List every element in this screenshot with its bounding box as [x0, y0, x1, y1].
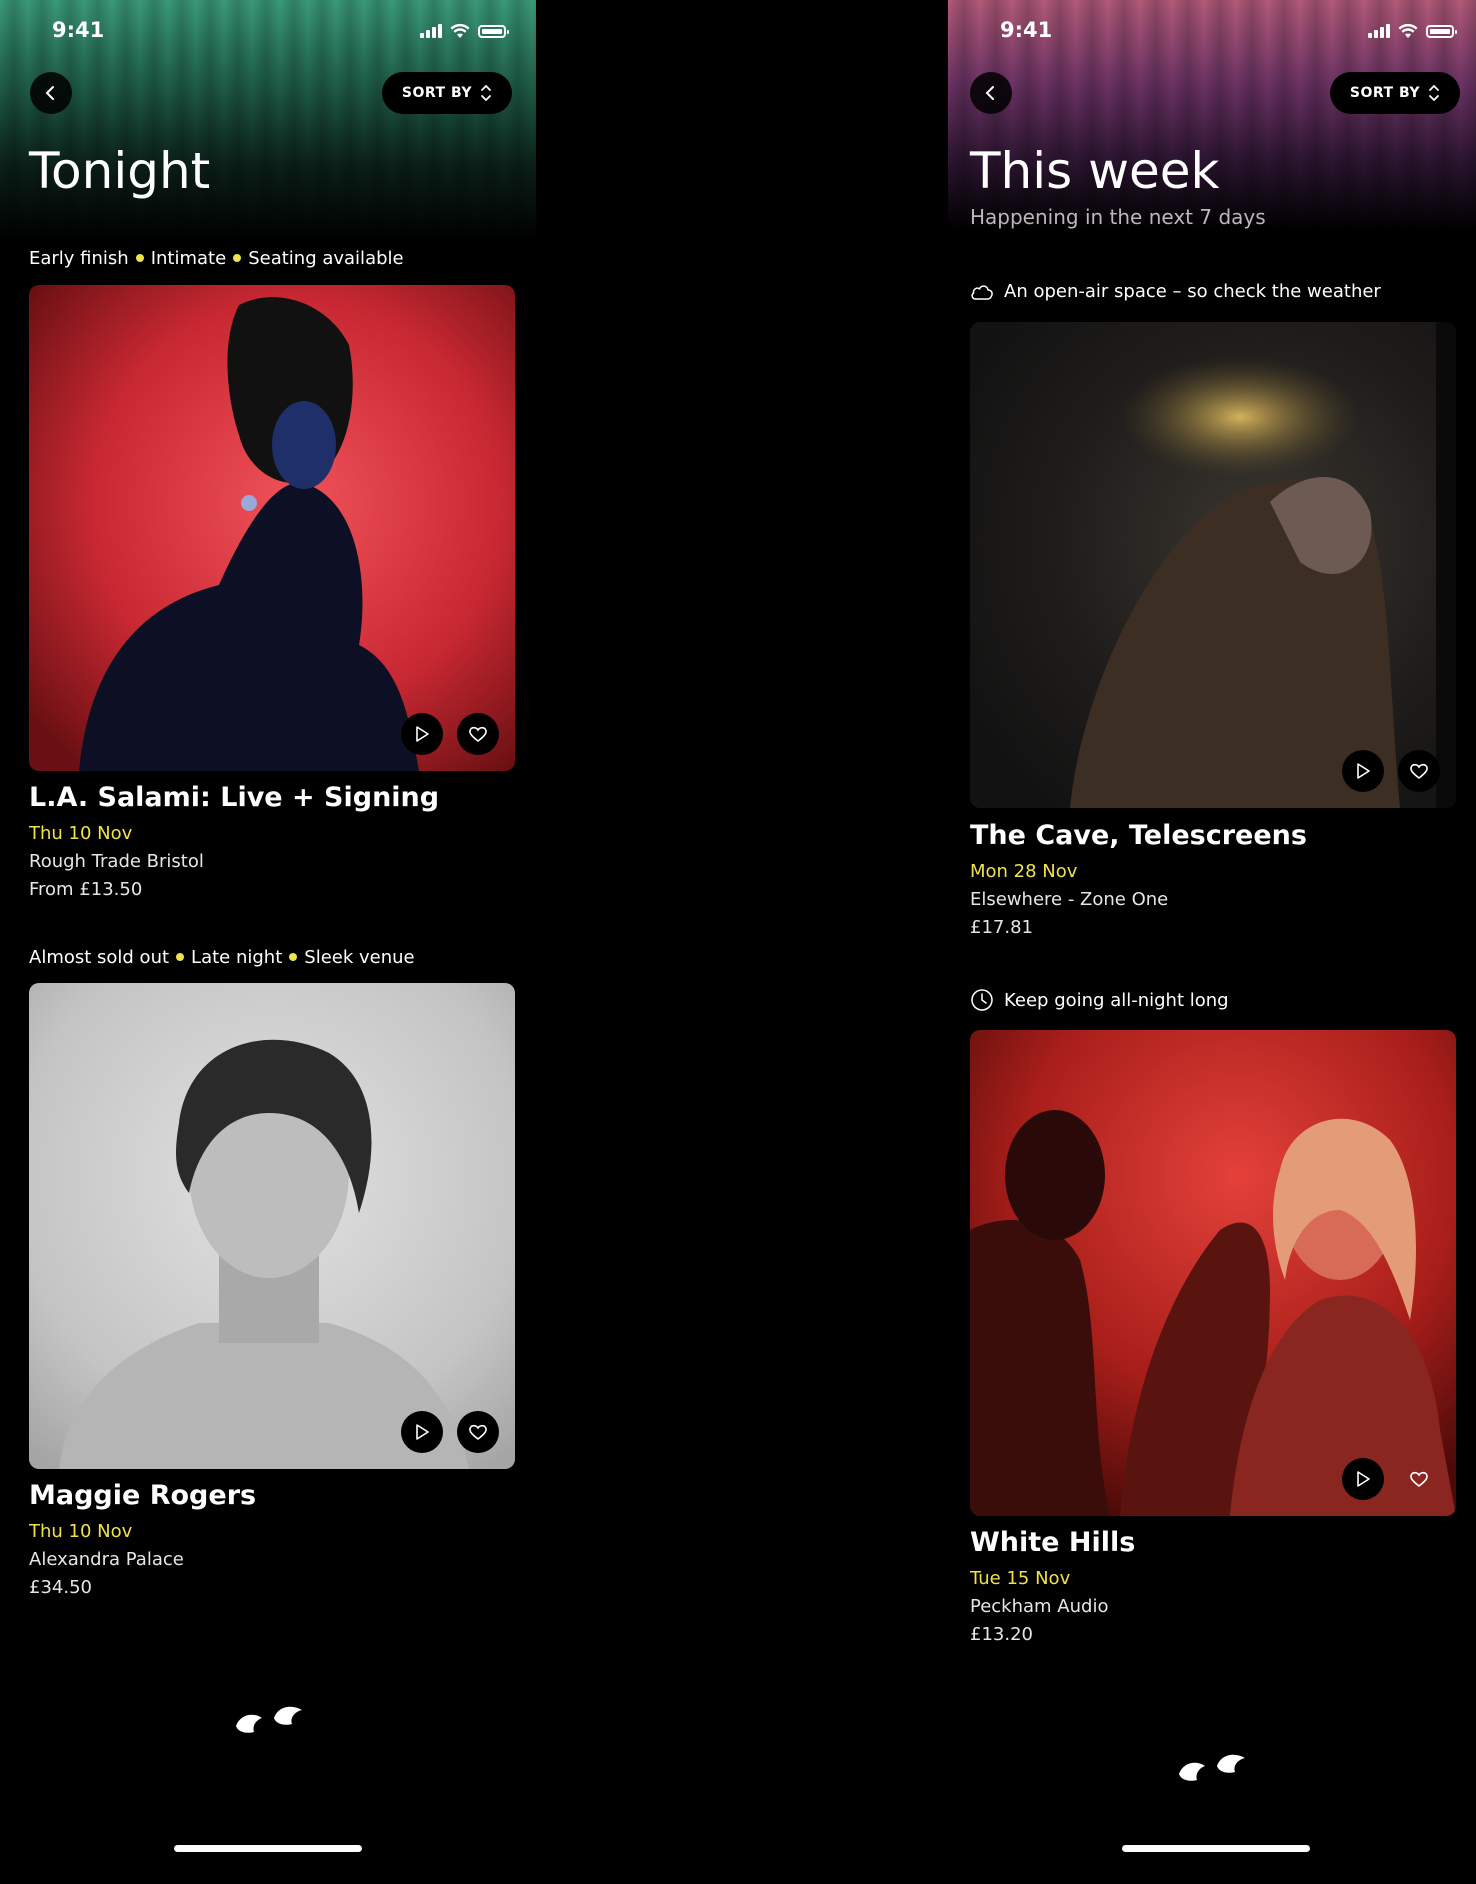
heart-icon — [1410, 1471, 1428, 1488]
chevron-left-icon — [985, 86, 994, 100]
page-title: Tonight — [29, 142, 211, 200]
event-date: Thu 10 Nov — [29, 823, 133, 844]
sort-chevrons-icon — [481, 84, 491, 102]
page-title: This week — [970, 142, 1220, 200]
event-price: £13.20 — [970, 1624, 1033, 1645]
event-venue: Alexandra Palace — [29, 1549, 184, 1570]
play-icon — [416, 726, 429, 742]
event-notice: An open-air space – so check the weather — [970, 281, 1381, 302]
event-image[interactable] — [29, 983, 515, 1469]
tag: Sleek venue — [304, 947, 415, 968]
wifi-icon — [450, 23, 470, 38]
battery-icon — [1426, 24, 1457, 38]
event-name[interactable]: The Cave, Telescreens — [970, 820, 1307, 851]
event-notice: Keep going all-night long — [970, 988, 1229, 1012]
event-name[interactable]: L.A. Salami: Live + Signing — [29, 782, 439, 813]
event-name[interactable]: White Hills — [970, 1527, 1135, 1558]
cellular-signal-icon — [420, 24, 442, 38]
tag-separator-dot — [135, 254, 144, 262]
sort-by-button[interactable]: SORT BY — [381, 72, 512, 114]
screen-this-week: 9:41 SORT BY This week Happening in the … — [948, 0, 1476, 1884]
tag: Almost sold out — [29, 947, 170, 968]
heart-icon — [469, 726, 487, 743]
event-price: From £13.50 — [29, 879, 143, 900]
favorite-button[interactable] — [1398, 1458, 1440, 1500]
event-image[interactable] — [970, 322, 1456, 808]
tag-separator-dot — [176, 953, 185, 961]
chevron-left-icon — [45, 86, 54, 100]
page-subtitle: Happening in the next 7 days — [970, 205, 1266, 229]
cellular-signal-icon — [1368, 24, 1390, 38]
event-tags: Almost sold out Late night Sleek venue — [29, 947, 415, 968]
event-date: Tue 15 Nov — [970, 1568, 1071, 1589]
artist-photo-red-band — [970, 1030, 1456, 1516]
event-date: Thu 10 Nov — [29, 1521, 133, 1542]
artist-photo-red-portrait — [29, 285, 515, 771]
sort-chevrons-icon — [1429, 84, 1439, 102]
home-indicator[interactable] — [174, 1845, 362, 1852]
status-bar: 9:41 — [1000, 18, 1457, 46]
artist-photo-blurred-motion — [970, 322, 1456, 808]
favorite-button[interactable] — [457, 1411, 499, 1453]
event-image[interactable] — [29, 285, 515, 771]
favorite-button[interactable] — [1398, 750, 1440, 792]
event-image[interactable] — [970, 1030, 1456, 1516]
play-preview-button[interactable] — [1342, 750, 1384, 792]
play-icon — [416, 1424, 429, 1440]
tag-separator-dot — [233, 254, 242, 262]
play-icon — [1357, 1471, 1370, 1487]
event-price: £17.81 — [970, 917, 1033, 938]
tag: Seating available — [248, 248, 404, 269]
tag: Intimate — [150, 248, 227, 269]
status-bar: 9:41 — [52, 18, 509, 46]
status-time: 9:41 — [1000, 18, 1053, 42]
tag: Late night — [191, 947, 283, 968]
back-button[interactable] — [30, 72, 72, 114]
event-venue: Peckham Audio — [970, 1596, 1109, 1617]
tag: Early finish — [29, 248, 129, 269]
back-button[interactable] — [970, 72, 1012, 114]
wifi-icon — [1398, 23, 1418, 38]
event-tags: Early finish Intimate Seating available — [29, 248, 404, 269]
artist-photo-bw-portrait — [29, 983, 515, 1469]
event-venue: Elsewhere - Zone One — [970, 889, 1169, 910]
home-indicator[interactable] — [1122, 1845, 1310, 1852]
play-preview-button[interactable] — [1342, 1458, 1384, 1500]
notice-text: Keep going all-night long — [1004, 989, 1229, 1011]
favorite-button[interactable] — [457, 713, 499, 755]
event-name[interactable]: Maggie Rogers — [29, 1480, 256, 1511]
event-date: Mon 28 Nov — [970, 861, 1078, 882]
play-preview-button[interactable] — [401, 713, 443, 755]
battery-icon — [478, 24, 509, 38]
eyes-logo-icon — [1179, 1754, 1245, 1781]
screen-tonight: 9:41 SORT BY Tonight Early finish Intimat… — [0, 0, 536, 1884]
play-icon — [1357, 763, 1370, 779]
eyes-logo-icon — [236, 1706, 302, 1733]
sort-by-label: SORT BY — [401, 85, 472, 101]
event-venue: Rough Trade Bristol — [29, 851, 204, 872]
cloud-icon — [971, 284, 993, 300]
sort-by-label: SORT BY — [1349, 85, 1420, 101]
heart-icon — [469, 1424, 487, 1441]
notice-text: An open-air space – so check the weather — [1004, 281, 1381, 302]
tag-separator-dot — [289, 953, 298, 961]
clock-icon — [971, 989, 993, 1011]
play-preview-button[interactable] — [401, 1411, 443, 1453]
event-price: £34.50 — [29, 1577, 92, 1598]
heart-icon — [1410, 763, 1428, 780]
status-time: 9:41 — [52, 18, 105, 42]
sort-by-button[interactable]: SORT BY — [1329, 72, 1460, 114]
